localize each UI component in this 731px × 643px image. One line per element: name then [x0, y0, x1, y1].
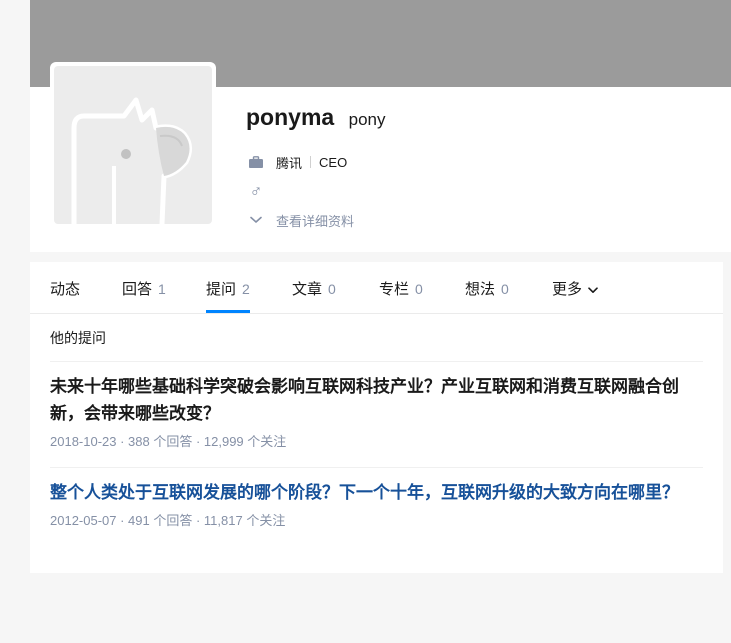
tab-pins[interactable]: 想法 0: [465, 278, 509, 299]
tab-columns[interactable]: 专栏 0: [379, 278, 423, 299]
chevron-down-icon: [248, 216, 264, 224]
tab-count: 0: [328, 281, 336, 297]
question-title-link[interactable]: 未来十年哪些基础科学突破会影响互联网科技产业？产业互联网和消费互联网融合创新，会…: [50, 373, 703, 427]
male-gender-icon: ♂: [249, 181, 263, 201]
question-meta: 2012-05-07 · 491 个回答 · 11,817 个关注: [50, 513, 286, 528]
avatar-frame: [50, 62, 216, 228]
profile-card: ponyma pony 腾讯 CEO ♂ 查看详细资料: [30, 0, 731, 252]
chevron-down-icon: [588, 286, 598, 293]
tab-count: 2: [242, 281, 250, 297]
question-meta: 2018-10-23 · 388 个回答 · 12,999 个关注: [50, 434, 287, 449]
tab-label: 更多: [552, 281, 583, 298]
tab-label: 专栏: [379, 281, 410, 298]
tab-count: 0: [501, 281, 509, 297]
tab-label: 想法: [465, 281, 496, 298]
tab-answers[interactable]: 回答 1: [122, 278, 166, 299]
view-details-button[interactable]: 查看详细资料: [248, 210, 354, 230]
divider: [50, 361, 703, 362]
gender-row: ♂: [248, 181, 276, 201]
tab-articles[interactable]: 文章 0: [292, 278, 336, 299]
profile-main-card: 动态 回答 1 提问 2 文章 0 专栏 0 想法 0 更多 他的提问 未来十年哪些基础科…: [30, 262, 723, 573]
tab-more[interactable]: 更多: [552, 278, 598, 299]
avatar[interactable]: [54, 66, 212, 224]
view-details-label: 查看详细资料: [276, 213, 355, 229]
question-title-link[interactable]: 整个人类处于互联网发展的哪个阶段？下一个十年，互联网升级的大致方向在哪里？: [50, 479, 703, 506]
company-name: 腾讯: [276, 155, 303, 171]
user-name: ponyma: [246, 104, 335, 130]
tab-label: 回答: [122, 281, 153, 298]
question-item: 整个人类处于互联网发展的哪个阶段？下一个十年，互联网升级的大致方向在哪里？ 20…: [50, 479, 703, 529]
divider: [50, 467, 703, 468]
question-item: 未来十年哪些基础科学突破会影响互联网科技产业？产业互联网和消费互联网融合创新，会…: [50, 373, 703, 450]
tab-count: 0: [415, 281, 423, 297]
profile-tabs: 动态 回答 1 提问 2 文章 0 专栏 0 想法 0 更多: [30, 262, 723, 314]
briefcase-icon: [248, 156, 264, 168]
tab-count: 1: [158, 281, 166, 297]
job-title: CEO: [319, 154, 348, 170]
tab-activities[interactable]: 动态: [50, 278, 80, 299]
section-title: 他的提问: [50, 330, 106, 346]
tab-label: 动态: [50, 281, 81, 298]
info-separator: [310, 156, 312, 168]
profile-header: ponyma pony: [246, 104, 386, 131]
tab-label: 提问: [206, 281, 237, 298]
user-headline: pony: [348, 110, 386, 129]
default-avatar-illustration: [71, 97, 192, 224]
tab-label: 文章: [292, 281, 323, 298]
tab-questions[interactable]: 提问 2: [206, 278, 250, 313]
employment-row: 腾讯 CEO: [248, 152, 347, 172]
